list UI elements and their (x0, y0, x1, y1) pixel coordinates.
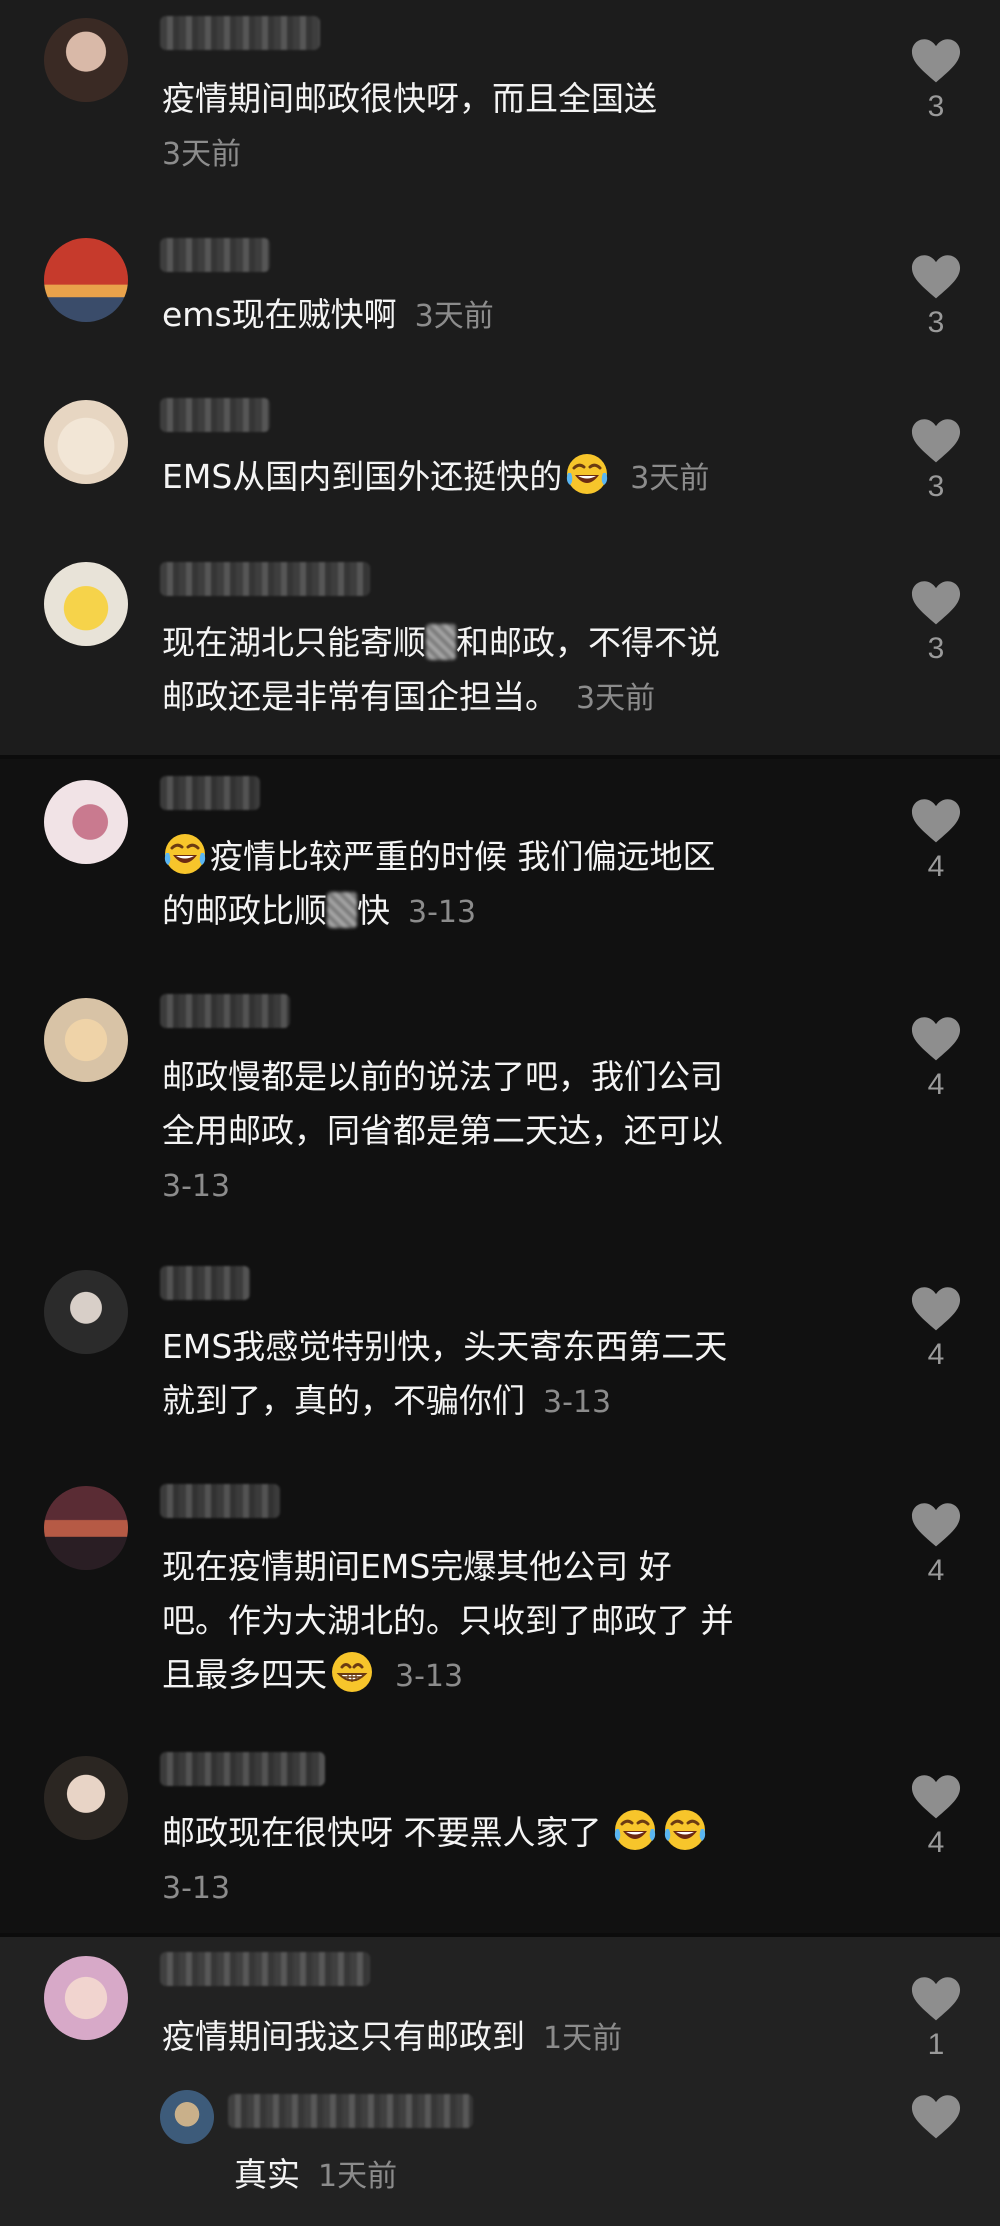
avatar[interactable] (44, 1956, 128, 2040)
username-blurred[interactable] (160, 1484, 280, 1518)
like-button[interactable]: 4 (908, 1016, 964, 1102)
username-blurred[interactable] (160, 562, 370, 596)
comment-text: 邮政现在很快呀 不要黑人家了 (162, 1806, 862, 1860)
comment-text-line2: 的邮政比顺快 3-13 (162, 891, 477, 930)
comment-text: 现在湖北只能寄顺 和邮政，不得不说 (162, 623, 720, 662)
like-count: 3 (927, 632, 945, 665)
avatar[interactable] (44, 998, 128, 1082)
username-blurred[interactable] (160, 1952, 370, 1986)
reply-text: 真实 1天前 (234, 2155, 398, 2194)
section-divider (0, 1933, 1000, 1937)
like-button[interactable]: 4 (908, 1502, 964, 1588)
heart-icon (910, 798, 962, 844)
like-count: 3 (927, 306, 945, 339)
comment-text-line3: 且最多四天 3-13 (162, 1648, 862, 1704)
avatar[interactable] (44, 18, 128, 102)
comment-text: EMS我感觉特别快，头天寄东西第二天 (162, 1327, 728, 1366)
like-count: 4 (927, 1826, 945, 1859)
heart-icon (910, 1976, 962, 2022)
comment-text: 疫情期间邮政很快呀，而且全国送 (162, 79, 657, 118)
username-blurred[interactable] (160, 994, 290, 1028)
comment-time: 3天前 (162, 137, 242, 172)
username-blurred[interactable] (228, 2094, 473, 2128)
avatar[interactable] (44, 400, 128, 484)
like-button[interactable]: 3 (908, 38, 964, 124)
like-count: 4 (927, 1338, 945, 1371)
comment-text-line2: 吧。作为大湖北的。只收到了邮政了 并 (162, 1601, 734, 1640)
like-button[interactable]: 4 (908, 1774, 964, 1860)
heart-icon (910, 580, 962, 626)
like-count: 4 (927, 850, 945, 883)
avatar[interactable] (44, 1486, 128, 1570)
username-blurred[interactable] (160, 238, 270, 272)
comment-text-line2: 就到了，真的，不骗你们 3-13 (162, 1381, 612, 1420)
like-button[interactable]: 1 (908, 1976, 964, 2062)
comment-time: 3-13 (162, 1169, 231, 1204)
laughing-tears-emoji-icon (564, 451, 610, 497)
comment-text: 疫情期间我这只有邮政到 1天前 (162, 2017, 623, 2056)
avatar[interactable] (44, 562, 128, 646)
like-button[interactable]: 3 (908, 418, 964, 504)
like-count: 3 (927, 470, 945, 503)
like-count: 4 (927, 1554, 945, 1587)
censored-text (327, 892, 357, 928)
like-button[interactable]: 3 (908, 254, 964, 340)
username-blurred[interactable] (160, 16, 320, 50)
like-button[interactable]: 3 (908, 580, 964, 666)
avatar[interactable] (44, 1756, 128, 1840)
comment-text-line2: 全用邮政，同省都是第二天达，还可以 (162, 1111, 723, 1150)
heart-icon (910, 1774, 962, 1820)
grinning-emoji-icon (329, 1649, 375, 1695)
like-button[interactable]: 4 (908, 798, 964, 884)
comment-text: 疫情比较严重的时候 我们偏远地区 (162, 830, 862, 884)
laughing-tears-emoji-icon (662, 1807, 708, 1853)
comment-text: 邮政慢都是以前的说法了吧，我们公司 (162, 1057, 723, 1096)
section-divider (0, 755, 1000, 759)
like-count: 1 (927, 2028, 945, 2061)
heart-icon (910, 418, 962, 464)
heart-icon (910, 2094, 962, 2140)
username-blurred[interactable] (160, 1266, 250, 1300)
avatar[interactable] (44, 780, 128, 864)
username-blurred[interactable] (160, 398, 270, 432)
censored-text (426, 624, 456, 660)
heart-icon (910, 1502, 962, 1548)
like-count: 4 (927, 1068, 945, 1101)
like-button[interactable]: 4 (908, 1286, 964, 1372)
laughing-tears-emoji-icon (162, 831, 208, 877)
laughing-tears-emoji-icon (612, 1807, 658, 1853)
heart-icon (910, 254, 962, 300)
like-button[interactable] (908, 2094, 964, 2140)
avatar[interactable] (160, 2090, 214, 2144)
comment-text: ems现在贼快啊 3天前 (162, 295, 494, 334)
avatar[interactable] (44, 238, 128, 322)
heart-icon (910, 1286, 962, 1332)
username-blurred[interactable] (160, 776, 260, 810)
comment-time: 3-13 (162, 1871, 231, 1906)
avatar[interactable] (44, 1270, 128, 1354)
heart-icon (910, 1016, 962, 1062)
like-count: 3 (927, 90, 945, 123)
username-blurred[interactable] (160, 1752, 325, 1786)
comment-text-line2: 邮政还是非常有国企担当。 3天前 (162, 677, 656, 716)
comment-text: EMS从国内到国外还挺快的 3天前 (162, 450, 862, 506)
comment-text: 现在疫情期间EMS完爆其他公司 好 (162, 1547, 672, 1586)
heart-icon (910, 38, 962, 84)
